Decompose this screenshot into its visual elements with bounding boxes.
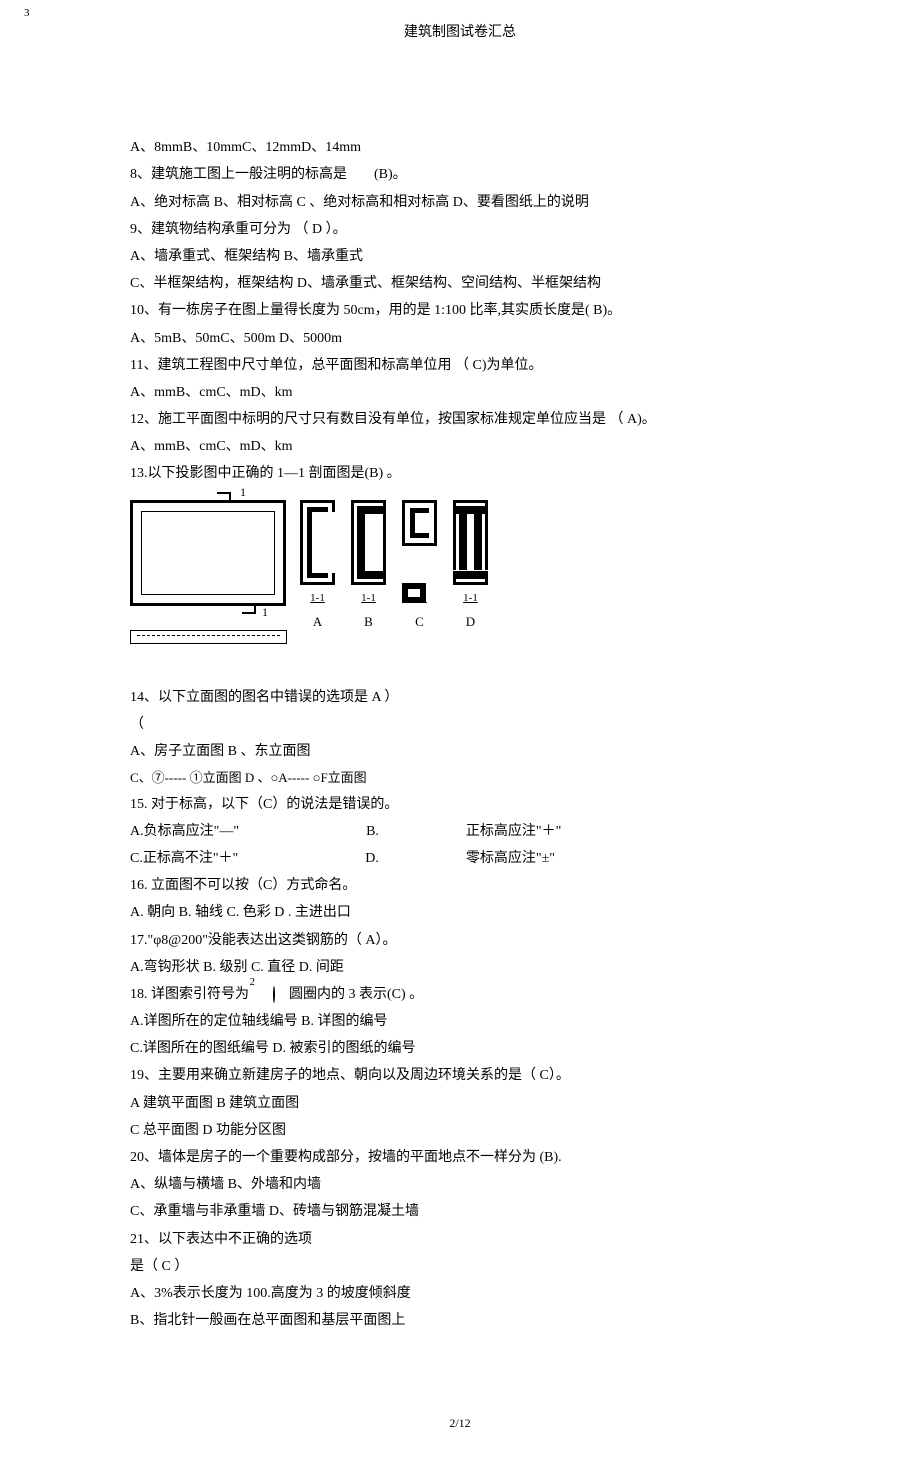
q21-a: A、3%表示长度为 100.高度为 3 的坡度倾斜度 [130,1281,790,1306]
q14-opt2: C、⑦----- ①立面图 D 、○A----- ○F立面图 [130,766,790,789]
q15-row2: C.正标高不注"＋" D. 零标高应注"±" [130,846,790,871]
q12-options: A、mmB、cmC、mD、km [130,434,790,459]
section-elevation [130,630,287,644]
q17-options: A.弯钩形状 B. 级别 C. 直径 D. 间距 [130,955,790,980]
q11-options: A、mmB、cmC、mD、km [130,380,790,405]
section-c: 1-1 C [402,500,437,634]
page-footer: 2/12 [130,1413,790,1435]
q21-b: B、指北针一般画在总平面图和基层平面图上 [130,1308,790,1333]
q21: 21、以下表达中不正确的选项 [130,1227,790,1252]
q17: 17."φ8@200"没能表达出这类钢筋的（ A）。 [130,928,790,953]
q19-opt2: C 总平面图 D 功能分区图 [130,1118,790,1143]
q8: 8、建筑施工图上一般注明的标高是 (B)。 [130,162,790,187]
q14: 14、以下立面图的图名中错误的选项是 A ） [130,685,790,710]
q18-opt1: A.详图所在的定位轴线编号 B. 详图的编号 [130,1009,790,1034]
section-b: 1-1 B [351,500,386,634]
q9: 9、建筑物结构承重可分为 （ D ）。 [130,217,790,242]
page-header: 建筑制图试卷汇总 [130,20,790,45]
q10: 10、有一栋房子在图上量得长度为 50cm，用的是 1:100 比率,其实质长度… [130,298,790,323]
q14-sub: （ [130,712,790,737]
q9-opt1: A、墙承重式、框架结构 B、墙承重式 [130,244,790,269]
q18: 18. 详图索引符号为 2 3 圆圈内的 3 表示(C) 。 [130,982,790,1007]
q19-opt1: A 建筑平面图 B 建筑立面图 [130,1091,790,1116]
q8-options: A、绝对标高 B、相对标高 C 、绝对标高和相对标高 D、要看图纸上的说明 [130,190,790,215]
q15: 15. 对于标高，以下（C）的说法是错误的。 [130,792,790,817]
figure-q13: 1 1 1-1 A 1-1 B 1-1 C [130,495,790,655]
section-options: 1-1 A 1-1 B 1-1 C 1-1 D [300,500,488,634]
q11: 11、建筑工程图中尺寸单位，总平面图和标高单位用 （ C)为单位。 [130,353,790,378]
q19: 19、主要用来确立新建房子的地点、朝向以及周边环境关系的是（ C）。 [130,1063,790,1088]
floor-plan: 1 1 [130,500,286,606]
q20: 20、墙体是房子的一个重要构成部分，按墙的平面地点不一样分为 (B). [130,1145,790,1170]
q10-options: A、5mB、50mC、500m D、5000m [130,326,790,351]
q20-opt1: A、纵墙与横墙 B、外墙和内墙 [130,1172,790,1197]
q7-options: A、8mmB、10mmC、12mmD、14mm [130,135,790,160]
q13: 13.以下投影图中正确的 1—1 剖面图是(B) 。 [130,461,790,486]
q8-answer: (B)。 [374,167,407,182]
q16-options: A. 朝向 B. 轴线 C. 色彩 D . 主进出口 [130,900,790,925]
q16: 16. 立面图不可以按（C）方式命名。 [130,873,790,898]
section-a: 1-1 A [300,500,335,634]
page: 建筑制图试卷汇总 A、8mmB、10mmC、12mmD、14mm 8、建筑施工图… [0,0,920,1475]
q14-opt1: A、房子立面图 B 、东立面图 [130,739,790,764]
q9-opt2: C、半框架结构，框架结构 D、墙承重式、框架结构、空间结构、半框架结构 [130,271,790,296]
q15-row1: A.负标高应注"—" B. 正标高应注"＋" [130,819,790,844]
marker-label-bottom: 1 [262,602,268,624]
section-d: 1-1 D [453,500,488,634]
q8-text: 8、建筑施工图上一般注明的标高是 [130,167,347,182]
q18-opt2: C.详图所在的图纸编号 D. 被索引的图纸的编号 [130,1036,790,1061]
q12: 12、施工平面图中标明的尺寸只有数目没有单位，按国家标准规定单位应当是 （ A)… [130,407,790,432]
q21-sub: 是（ C ） [130,1254,790,1279]
index-symbol-icon: 2 3 [253,982,275,1007]
q20-opt2: C、承重墙与非承重墙 D、砖墙与钢筋混凝土墙 [130,1199,790,1224]
